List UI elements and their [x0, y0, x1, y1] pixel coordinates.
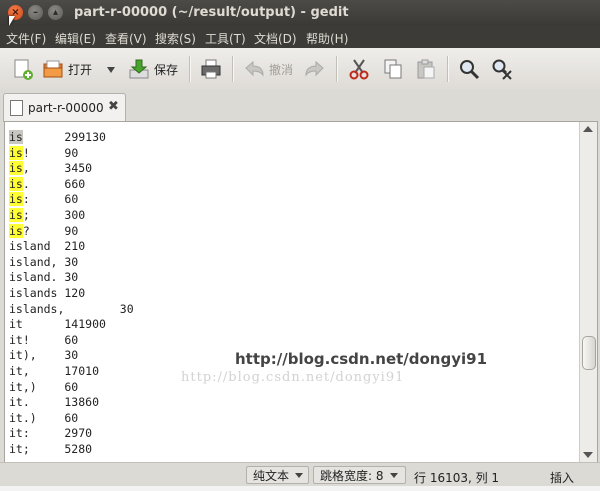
text-line: it 141900 [9, 317, 106, 332]
vertical-scrollbar[interactable] [579, 122, 597, 462]
text-editor[interactable]: is 299130 is! 90 is, 3450 is. 660 is: 60 is; … [5, 122, 580, 462]
text-line: it! 60 [9, 332, 79, 347]
cursor-position: 行 16103, 列 1 [414, 471, 500, 485]
paste-icon [417, 59, 435, 79]
text-line: is: 60 [9, 192, 79, 207]
text-line: it, 17010 [9, 364, 100, 378]
menu-file[interactable]: 文件(F) [6, 30, 46, 47]
chevron-down-icon [389, 472, 398, 478]
redo-button [304, 57, 326, 81]
text-line: islands 120 [9, 286, 86, 300]
open-folder-icon [43, 60, 63, 78]
menu-help[interactable]: 帮助(H) [306, 30, 348, 47]
tab-label: part-r-00000 [28, 101, 104, 115]
text-line: it), 30 [9, 348, 79, 363]
find-button[interactable] [458, 57, 480, 81]
document-icon [10, 100, 23, 116]
new-document-button[interactable] [12, 57, 34, 81]
undo-label: 撤消 [269, 62, 294, 77]
tab-width-selector[interactable]: 跳格宽度: 8 [313, 466, 406, 484]
text-line: island, 30 [9, 254, 79, 269]
chevron-down-icon [295, 472, 304, 478]
text-line: is. 660 [9, 176, 86, 191]
status-bar: 纯文本 跳格宽度: 8 行 16103, 列 1 插入 [0, 462, 600, 487]
copy-button[interactable] [382, 57, 404, 81]
editor-frame: is 299130 is! 90 is, 3450 is. 660 is: 60 is; … [4, 121, 598, 463]
undo-button: 撤消 [243, 57, 293, 81]
mouse-cursor-icon [9, 16, 15, 26]
text-line: is 299130 [9, 130, 106, 144]
text-line: islands, 30 [9, 301, 134, 316]
text-line: island 210 [9, 239, 86, 254]
text-line: it. 13860 [9, 395, 100, 410]
save-label: 保存 [154, 62, 179, 77]
language-selector[interactable]: 纯文本 [246, 466, 309, 484]
tab-width-label: 跳格宽度: 8 [320, 468, 384, 483]
open-recent-dropdown-icon[interactable] [107, 67, 115, 73]
text-line: it; 5280 [9, 442, 93, 456]
desktop-strip [0, 486, 600, 491]
scroll-down-icon[interactable] [583, 452, 593, 458]
open-button[interactable]: 打开 [42, 57, 92, 81]
toolbar-separator [447, 56, 449, 82]
menu-bar: 文件(F) 编辑(E) 查看(V) 搜索(S) 工具(T) 文档(D) 帮助(H… [0, 26, 600, 48]
text-line: it,) 60 [9, 379, 79, 394]
menu-search[interactable]: 搜索(S) [155, 30, 196, 47]
print-button[interactable] [200, 57, 222, 81]
tab-close-icon[interactable]: ✖ [108, 99, 119, 114]
window-minimize-button[interactable]: – [28, 5, 43, 20]
scroll-up-icon[interactable] [583, 126, 593, 132]
toolbar-separator [189, 56, 191, 82]
language-label: 纯文本 [253, 468, 290, 483]
cut-button[interactable] [348, 57, 370, 81]
text-line: island. 30 [9, 270, 79, 285]
search-icon [460, 60, 480, 80]
tab-bar: part-r-00000 ✖ [0, 90, 600, 122]
copy-icon [384, 59, 402, 79]
scissors-icon [349, 59, 369, 80]
save-icon [129, 59, 149, 79]
text-line: is? 90 [9, 223, 79, 238]
menu-tools[interactable]: 工具(T) [205, 30, 246, 47]
toolbar-separator [232, 56, 234, 82]
printer-icon [201, 59, 221, 79]
undo-icon [245, 60, 264, 77]
toolbar: 打开 保存 撤消 [0, 48, 600, 91]
window-title: part-r-00000 (~/result/output) - gedit [74, 5, 349, 20]
text-line: is; 300 [9, 208, 86, 222]
watermark-faint-text: http://blog.csdn.net/dongyi91 [181, 370, 405, 385]
insert-mode: 插入 [550, 471, 575, 485]
paste-button[interactable] [415, 57, 437, 81]
text-line: is! 90 [9, 145, 79, 160]
find-replace-button[interactable] [491, 57, 513, 81]
watermark-text: http://blog.csdn.net/dongyi91 [235, 350, 488, 368]
tab-part-r-00000[interactable]: part-r-00000 ✖ [3, 93, 126, 122]
new-document-icon [14, 59, 33, 80]
toolbar-separator [336, 56, 338, 82]
menu-view[interactable]: 查看(V) [105, 30, 147, 47]
text-line: it.) 60 [9, 410, 79, 425]
save-button[interactable]: 保存 [128, 57, 178, 81]
title-bar: × – ▴ part-r-00000 (~/result/output) - g… [0, 0, 600, 26]
menu-edit[interactable]: 编辑(E) [55, 30, 96, 47]
redo-icon [305, 60, 324, 77]
text-line: is, 3450 [9, 161, 93, 176]
find-replace-icon [492, 59, 512, 80]
window-maximize-button[interactable]: ▴ [48, 5, 63, 20]
menu-documents[interactable]: 文档(D) [254, 30, 297, 47]
open-label: 打开 [68, 62, 93, 77]
scroll-thumb[interactable] [582, 336, 596, 370]
text-line: it: 2970 [9, 426, 93, 441]
